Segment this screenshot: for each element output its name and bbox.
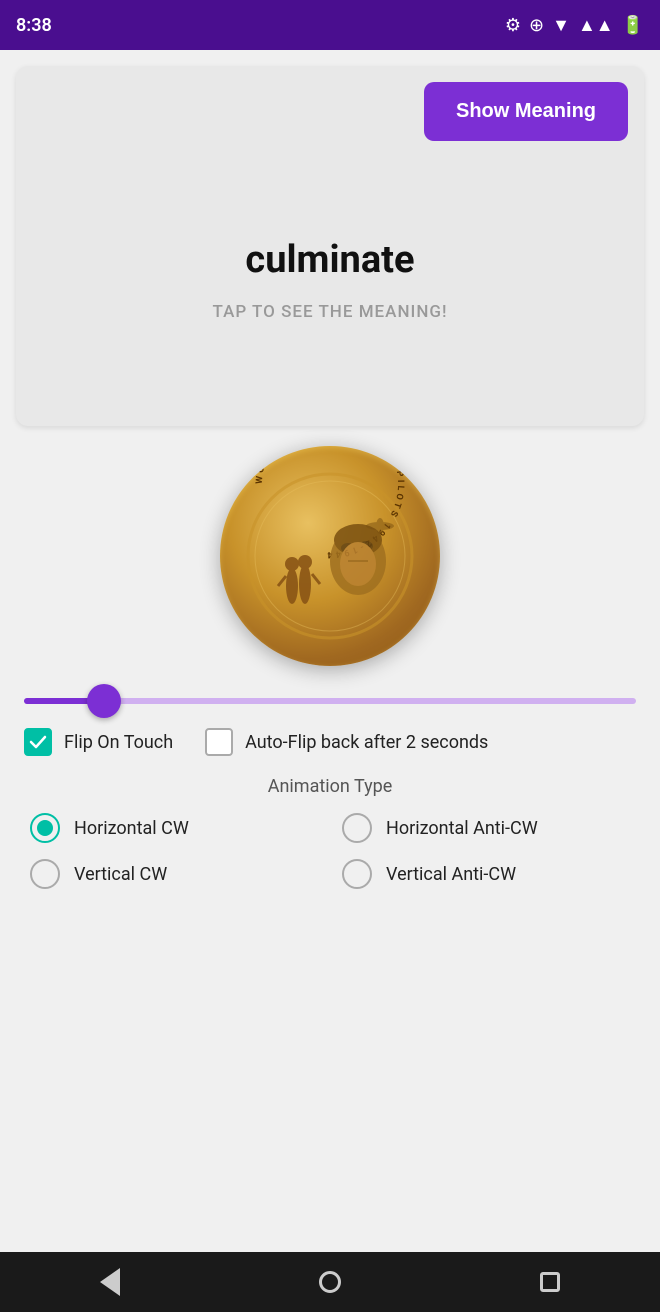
radio-horizontal-cw-fill	[37, 820, 53, 836]
flashcard[interactable]: Show Meaning culminate TAP TO SEE THE ME…	[16, 66, 644, 426]
settings-icon: ⚙	[505, 15, 521, 36]
radio-vertical-acw[interactable]: Vertical Anti-CW	[342, 859, 630, 889]
recents-icon	[540, 1272, 560, 1292]
status-bar: 8:38 ⚙ ⊕ ▼ ▲▲ 🔋	[0, 0, 660, 50]
flip-on-touch-label: Flip On Touch	[64, 732, 173, 753]
radio-vertical-cw[interactable]: Vertical CW	[30, 859, 318, 889]
radio-horizontal-acw[interactable]: Horizontal Anti-CW	[342, 813, 630, 843]
radio-vertical-cw-button[interactable]	[30, 859, 60, 889]
radio-horizontal-cw[interactable]: Horizontal CW	[30, 813, 318, 843]
animation-radio-grid: Horizontal CW Horizontal Anti-CW Vertica…	[30, 813, 630, 889]
back-icon	[100, 1268, 120, 1296]
coin-section: WOMEN'S AIRFORCE SERVICE PILOTS 1942-194…	[16, 446, 644, 666]
home-icon	[319, 1271, 341, 1293]
radio-vertical-acw-label: Vertical Anti-CW	[386, 864, 516, 885]
auto-flip-label: Auto-Flip back after 2 seconds	[245, 732, 488, 753]
radio-horizontal-acw-button[interactable]	[342, 813, 372, 843]
speed-slider-container	[16, 674, 644, 712]
radio-horizontal-acw-label: Horizontal Anti-CW	[386, 818, 538, 839]
tap-hint: TAP TO SEE THE MEANING!	[213, 302, 448, 322]
word-display-area: culminate TAP TO SEE THE MEANING!	[32, 149, 628, 410]
coin-image: WOMEN'S AIRFORCE SERVICE PILOTS 1942-194…	[220, 446, 440, 666]
animation-type-section: Animation Type Horizontal CW Horizontal …	[16, 764, 644, 901]
radio-vertical-cw-label: Vertical CW	[74, 864, 167, 885]
home-button[interactable]	[300, 1252, 360, 1312]
show-meaning-button[interactable]: Show Meaning	[424, 82, 628, 141]
battery-icon: 🔋	[622, 15, 644, 36]
back-button[interactable]	[80, 1252, 140, 1312]
auto-flip-option[interactable]: Auto-Flip back after 2 seconds	[205, 728, 488, 756]
radio-vertical-acw-button[interactable]	[342, 859, 372, 889]
animation-type-title: Animation Type	[268, 776, 393, 797]
status-time: 8:38	[16, 15, 52, 36]
wifi-icon: ▼	[552, 15, 570, 36]
status-icons: ⚙ ⊕ ▼ ▲▲ 🔋	[505, 15, 644, 36]
auto-flip-checkbox[interactable]	[205, 728, 233, 756]
coin-svg: WOMEN'S AIRFORCE SERVICE PILOTS 1942-194…	[240, 466, 420, 646]
radio-horizontal-cw-button[interactable]	[30, 813, 60, 843]
signal-bars-icon: ▲▲	[578, 15, 614, 36]
options-row: Flip On Touch Auto-Flip back after 2 sec…	[16, 712, 644, 764]
recents-button[interactable]	[520, 1252, 580, 1312]
radio-horizontal-cw-label: Horizontal CW	[74, 818, 189, 839]
slider-track	[24, 698, 636, 704]
slider-thumb[interactable]	[87, 684, 121, 718]
flip-on-touch-option[interactable]: Flip On Touch	[24, 728, 173, 756]
nav-bar	[0, 1252, 660, 1312]
signal-icon: ⊕	[529, 15, 544, 36]
main-content: Show Meaning culminate TAP TO SEE THE ME…	[0, 50, 660, 1252]
flip-on-touch-checkbox[interactable]	[24, 728, 52, 756]
word-text: culminate	[245, 238, 414, 282]
checkmark-icon	[29, 733, 47, 751]
